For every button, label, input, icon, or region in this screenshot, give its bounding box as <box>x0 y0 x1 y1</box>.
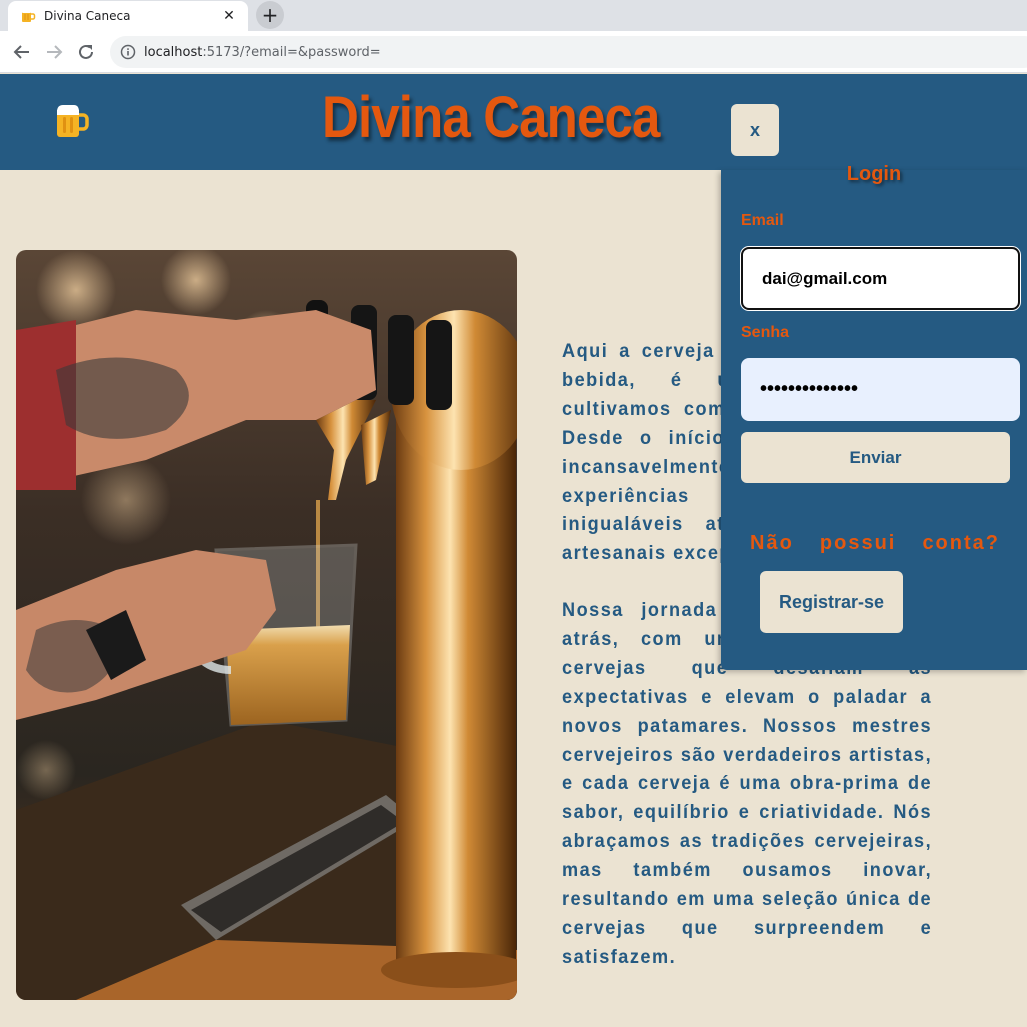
submit-button[interactable]: Enviar <box>741 432 1010 483</box>
password-field[interactable] <box>741 358 1020 421</box>
site-header: Divina Caneca <box>0 74 1027 170</box>
forward-arrow-icon[interactable] <box>42 40 66 64</box>
login-title: Login <box>846 163 902 185</box>
email-label: Email <box>741 212 784 229</box>
password-label: Senha <box>741 324 790 341</box>
url-text: localhost:5173/?email=&password= <box>144 44 381 60</box>
tab-title: Divina Caneca <box>44 9 131 23</box>
site-title: Divina Caneca <box>322 85 660 150</box>
register-button[interactable]: Registrar-se <box>760 571 903 633</box>
browser-toolbar: localhost:5173/?email=&password= <box>0 31 1027 73</box>
browser-tab[interactable]: Divina Caneca ✕ <box>8 1 248 31</box>
email-field[interactable] <box>741 247 1020 310</box>
beer-tap-photo <box>16 250 517 1000</box>
close-login-button[interactable]: x <box>731 104 779 156</box>
beer-mug-icon <box>22 10 36 22</box>
reload-icon[interactable] <box>74 40 98 64</box>
browser-tabbar: Divina Caneca ✕ + <box>0 0 1027 31</box>
address-bar[interactable]: localhost:5173/?email=&password= <box>110 36 1027 68</box>
beer-mug-icon[interactable] <box>54 102 90 140</box>
back-arrow-icon[interactable] <box>10 40 34 64</box>
new-tab-button[interactable]: + <box>256 1 284 29</box>
tab-close-icon[interactable]: ✕ <box>220 8 238 24</box>
login-panel: Login Email Senha Enviar Não possui cont… <box>721 163 1027 670</box>
no-account-text: Não possui conta? <box>750 532 1000 554</box>
site-info-icon[interactable] <box>120 44 136 60</box>
